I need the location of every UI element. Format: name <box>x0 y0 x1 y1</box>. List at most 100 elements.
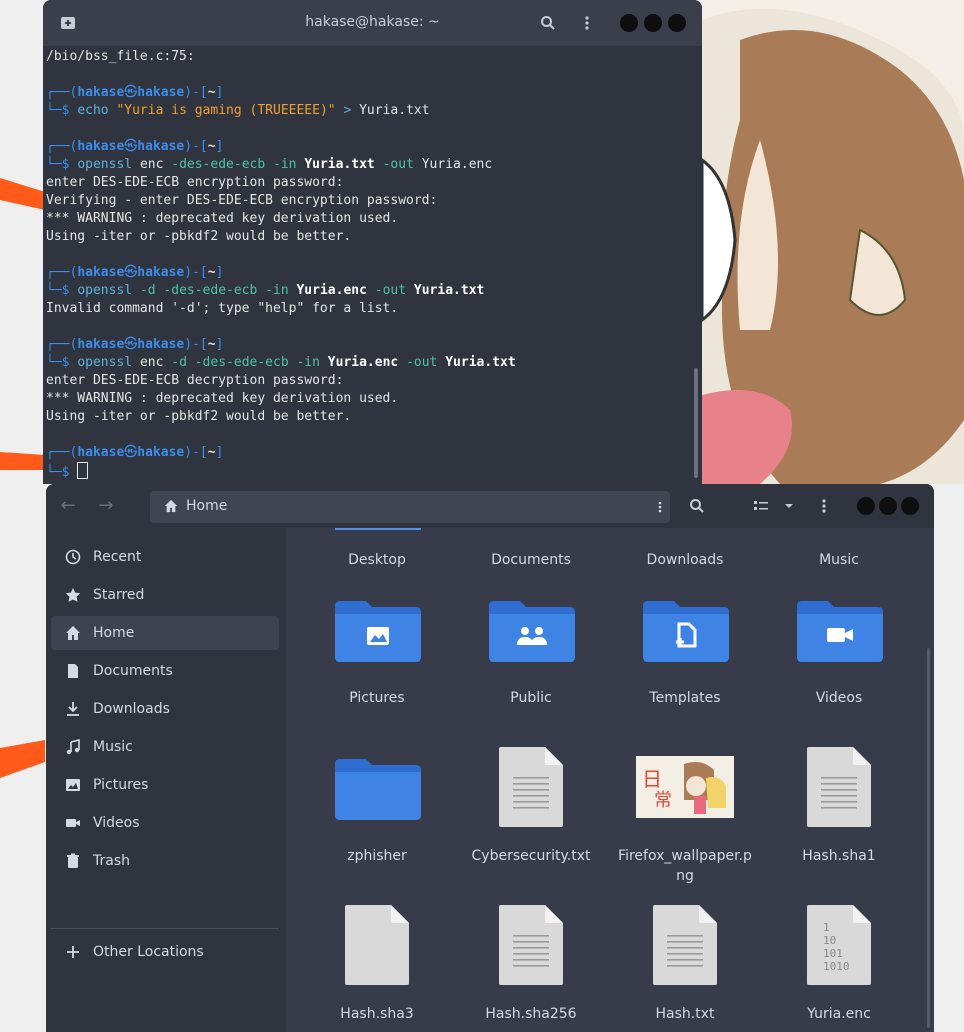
search-icon[interactable] <box>685 494 709 518</box>
prompt-decoration: )-[ <box>184 139 208 154</box>
minimize-button[interactable] <box>620 14 638 32</box>
file-item-label: zphisher <box>347 848 407 864</box>
text-file-icon <box>345 905 409 985</box>
command-token: -des-ede-ecb <box>171 157 273 172</box>
file-item[interactable]: Public <box>456 598 606 748</box>
back-arrow-icon[interactable]: ← <box>56 494 80 518</box>
sidebar-item-starred[interactable]: Starred <box>51 578 279 612</box>
download-icon <box>65 701 81 717</box>
file-item-label: Cybersecurity.txt <box>471 848 591 864</box>
file-item[interactable]: Desktop <box>302 528 452 568</box>
command-token: -d -des-ede-ecb -in <box>171 355 328 370</box>
trash-icon <box>65 853 81 869</box>
terminal-line: Using -iter or -pbkdf2 would be better. <box>46 229 352 244</box>
terminal-line: ┌──(hakase㉿hakase)-[~] <box>46 444 688 462</box>
sidebar-item-home[interactable]: Home <box>51 616 279 650</box>
sidebar-item-label: Downloads <box>93 701 170 717</box>
command-token: echo <box>77 103 117 118</box>
folder-icon <box>335 758 421 820</box>
terminal-line: enter DES-EDE-ECB encryption password: <box>46 175 344 190</box>
prompt-host: hakase <box>137 445 185 460</box>
sidebar-item-pictures[interactable]: Pictures <box>51 768 279 802</box>
file-item[interactable]: Hash.sha1 <box>764 747 914 906</box>
menu-icon[interactable] <box>812 494 836 518</box>
file-item[interactable]: Templates <box>610 598 760 748</box>
star-icon <box>65 587 81 603</box>
command-token: openssl <box>77 355 140 370</box>
file-item[interactable]: Documents <box>456 528 606 568</box>
file-item[interactable]: Downloads <box>610 528 760 568</box>
file-item[interactable]: Hash.txt <box>610 905 760 1032</box>
prompt-user: hakase <box>77 139 125 154</box>
terminal-cursor[interactable] <box>77 462 89 479</box>
prompt-symbol: └─$ <box>46 465 78 480</box>
search-icon[interactable] <box>537 12 559 34</box>
svg-text:10: 10 <box>823 934 836 947</box>
sidebar-item-label: Trash <box>93 853 130 869</box>
plus-icon <box>65 944 81 960</box>
prompt-at-symbol: ㉿ <box>124 139 138 154</box>
file-item[interactable]: zphisher <box>302 756 452 906</box>
sidebar-item-documents[interactable]: Documents <box>51 654 279 688</box>
prompt-user: hakase <box>77 445 125 460</box>
sidebar-item-recent[interactable]: Recent <box>51 540 279 574</box>
command-token: Yuria.txt <box>445 355 516 370</box>
pictures-folder-icon <box>335 600 421 662</box>
videos-folder-icon <box>797 600 883 662</box>
file-item-label: Hash.txt <box>655 1006 715 1022</box>
svg-text:1: 1 <box>823 921 830 934</box>
terminal-titlebar[interactable]: hakase@hakase: ~ <box>43 0 702 46</box>
minimize-button[interactable] <box>857 497 875 515</box>
view-options-chevron-icon[interactable] <box>777 494 801 518</box>
file-item[interactable]: Cybersecurity.txt <box>456 747 606 906</box>
file-grid[interactable]: Desktop Documents Downloads Music Pictures Pu… <box>287 528 934 1032</box>
file-item[interactable]: 日常 Firefox_wallpaper.png <box>610 756 760 906</box>
command-token: -in <box>273 157 305 172</box>
prompt-symbol: └─$ <box>46 355 78 370</box>
menu-icon[interactable] <box>576 12 598 34</box>
terminal-line: ┌──(hakase㉿hakase)-[~] <box>46 84 688 102</box>
command-token: Yuria.enc <box>327 355 399 370</box>
file-grid-scrollbar[interactable] <box>927 648 930 1028</box>
close-button[interactable] <box>668 14 686 32</box>
sidebar-item-label: Videos <box>93 815 140 831</box>
terminal-title: hakase@hakase: ~ <box>305 14 440 30</box>
path-menu-icon[interactable] <box>658 499 662 519</box>
command-token: -d -des-ede-ecb -in <box>139 283 297 298</box>
close-button[interactable] <box>901 497 919 515</box>
command-token: enc <box>139 157 172 172</box>
prompt-user: hakase <box>77 265 125 280</box>
sidebar: Other Locations Recent Starred Home Documen… <box>46 528 286 1032</box>
sidebar-item-label: Music <box>93 739 133 755</box>
forward-arrow-icon[interactable]: → <box>94 494 118 518</box>
list-view-icon[interactable] <box>749 494 773 518</box>
maximize-button[interactable] <box>879 497 897 515</box>
file-item[interactable]: Hash.sha3 <box>302 905 452 1032</box>
file-item-label: Pictures <box>349 690 405 706</box>
file-item[interactable]: Pictures <box>302 598 452 748</box>
terminal-line: Verifying - enter DES-EDE-ECB encryption… <box>46 193 438 208</box>
file-item[interactable]: 1 10 101 1010 Yuria.enc <box>764 905 914 1032</box>
path-bar[interactable]: Home <box>150 491 670 523</box>
file-manager-window[interactable]: ← → Home Other Locations Recent Starred … <box>46 484 934 1032</box>
prompt-decoration: ┌──( <box>46 265 78 280</box>
terminal-line: └─$ openssl enc -d -des-ede-ecb -in Yuri… <box>46 354 688 372</box>
sidebar-item-music[interactable]: Music <box>51 730 279 764</box>
sidebar-item-other-locations[interactable]: Other Locations <box>51 935 279 969</box>
sidebar-item-label: Starred <box>93 587 145 603</box>
terminal-window[interactable]: hakase@hakase: ~ /bio/bss_file.c:75: ┌──(… <box>43 0 702 484</box>
sidebar-item-downloads[interactable]: Downloads <box>51 692 279 726</box>
terminal-line: Invalid command '-d'; type "help" for a … <box>46 301 399 316</box>
file-item[interactable]: Videos <box>764 598 914 748</box>
file-item[interactable]: Music <box>764 528 914 568</box>
maximize-button[interactable] <box>644 14 662 32</box>
prompt-decoration: )-[ <box>184 85 208 100</box>
sidebar-item-videos[interactable]: Videos <box>51 806 279 840</box>
terminal-scrollbar[interactable] <box>694 368 698 478</box>
sidebar-item-trash[interactable]: Trash <box>51 844 279 878</box>
terminal-output[interactable]: /bio/bss_file.c:75: ┌──(hakase㉿hakase)-[~… <box>46 48 688 484</box>
command-token: -out <box>366 283 414 298</box>
file-item[interactable]: Hash.sha256 <box>456 905 606 1032</box>
